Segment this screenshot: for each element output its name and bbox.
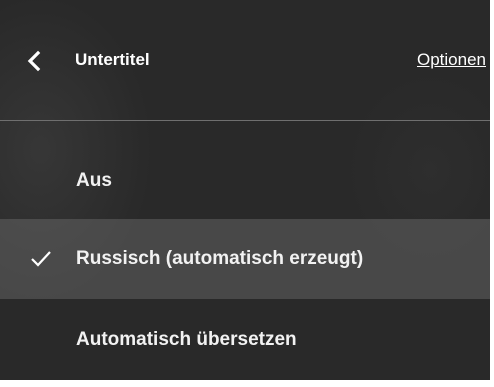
back-button[interactable]: [26, 46, 66, 76]
menu-header: Untertitel Optionen: [0, 0, 490, 121]
menu-item-label: Russisch (automatisch erzeugt): [76, 248, 364, 269]
menu-title: Untertitel: [75, 50, 150, 69]
chevron-left-icon: [26, 50, 42, 72]
menu-item-label: Automatisch übersetzen: [76, 329, 297, 350]
menu-item-auto-translate[interactable]: Automatisch übersetzen: [0, 300, 490, 380]
subtitles-menu-panel: Untertitel Optionen Aus Russisch (automa…: [0, 0, 490, 380]
checkmark-icon: [30, 249, 52, 269]
menu-item-label: Aus: [76, 170, 112, 191]
menu-item-russian-auto[interactable]: Russisch (automatisch erzeugt): [0, 219, 490, 299]
menu-item-off[interactable]: Aus: [0, 141, 490, 221]
options-link[interactable]: Optionen: [417, 50, 486, 70]
